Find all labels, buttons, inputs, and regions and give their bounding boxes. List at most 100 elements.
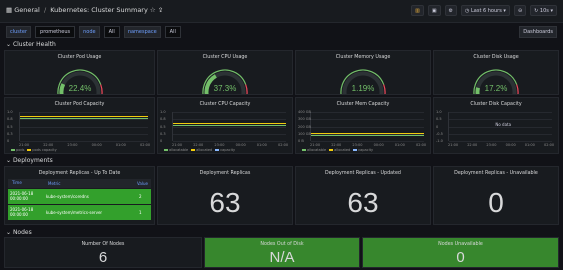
star-icon[interactable]: ☆ — [150, 6, 156, 14]
variable-label-namespace: namespace — [123, 26, 161, 38]
legend-item[interactable]: pods — [11, 148, 24, 152]
legend-label: allocated — [196, 148, 213, 152]
zoom-out-icon[interactable]: ⊖ — [513, 5, 527, 16]
legend-item[interactable]: allocated — [191, 148, 212, 152]
gauge-panel: Cluster CPU Usage 37.3% — [157, 50, 293, 95]
variable-select-cluster[interactable]: prometheus — [35, 26, 76, 38]
legend-item[interactable]: allocatable — [302, 148, 326, 152]
panel-title: Deployment Replicas - Updated — [325, 171, 401, 176]
legend-item[interactable]: capacity — [215, 148, 235, 152]
gridline — [173, 119, 286, 121]
gridline — [173, 126, 286, 128]
gauge-fill — [59, 83, 65, 94]
gauge-panel: Cluster Memory Usage 1.19% — [295, 50, 431, 95]
table-row: 2021-06-18 00:00:00 kube-system/metrics-… — [8, 205, 151, 220]
gridline — [311, 119, 424, 121]
legend-swatch — [302, 149, 306, 151]
panel-title: Cluster Memory Usage — [335, 55, 391, 60]
variable-select-namespace[interactable]: All — [164, 26, 181, 38]
gridline — [20, 126, 148, 128]
legend-swatch — [11, 149, 15, 151]
capacity-timeseries-panel: Cluster CPU Capacity 1.0 0.8 0.5 0.3 0 21:00 22… — [157, 97, 293, 154]
y-tick-label: 0.5 — [7, 124, 13, 129]
stat-value: 0 — [456, 248, 465, 266]
x-tick-label: 01:00 — [256, 143, 267, 147]
gridline — [311, 141, 424, 142]
capacity-timeseries-panel: Cluster Mem Capacity 400 GB 300 GB 200 GB 10… — [295, 97, 431, 154]
panel-title: Cluster Disk Capacity — [470, 102, 522, 107]
plot-area[interactable]: 1.0 0.8 0.5 0.3 0 — [7, 110, 148, 143]
plot-area[interactable]: 1.0 0.8 0.5 0.3 0 — [160, 110, 286, 143]
dashboards-link[interactable]: Dashboards — [519, 26, 557, 38]
series-line — [173, 125, 286, 127]
gauge-value: 17.2% — [485, 84, 508, 93]
variable-select-node[interactable]: All — [103, 26, 120, 38]
y-tick-label: -1.0 — [436, 139, 443, 143]
series-line — [311, 135, 424, 137]
legend-label: capacity — [358, 148, 374, 152]
time-picker[interactable]: ◷ Last 6 hours ▾ — [461, 5, 510, 16]
nodes-stat-panel: Nodes Out of Disk N/A — [204, 237, 360, 268]
legend-item[interactable]: allocatable — [164, 148, 188, 152]
nodes-stat-panel: Number Of Nodes 6 — [4, 237, 202, 268]
column-header-metric[interactable]: Metric — [46, 181, 135, 186]
chevron-down-icon: ▾ — [548, 7, 553, 14]
gridline — [449, 119, 552, 121]
legend-item[interactable]: allocated — [329, 148, 350, 152]
gauge-panel: Cluster Disk Usage 17.2% — [433, 50, 559, 95]
panel-title: Cluster CPU Usage — [202, 55, 248, 60]
add-panel-icon[interactable]: ▥ — [411, 5, 424, 16]
y-tick-label: 200 GB — [298, 124, 311, 129]
chevron-down-icon: ⌄ — [6, 229, 13, 236]
plot-area[interactable]: 400 GB 300 GB 200 GB 100 GB 0 B — [298, 110, 424, 143]
legend-label: allocatable — [307, 148, 327, 152]
row-header-nodes[interactable]: ⌄ Nodes — [6, 229, 32, 236]
x-tick-label: 23:00 — [352, 143, 363, 147]
gridline — [173, 141, 286, 142]
share-icon[interactable]: ⇪ — [158, 6, 163, 14]
legend-item[interactable]: capacity — [353, 148, 373, 152]
table-row: 2021-06-18 00:00:00 kube-system/coredns … — [8, 189, 151, 204]
panel-title: Deployment Replicas - Unavailable — [454, 171, 538, 176]
table-cell-metric: kube-system/coredns — [46, 194, 89, 199]
x-tick-label: 22:00 — [43, 143, 54, 147]
gridline — [173, 112, 286, 113]
table-cell-value: 2 — [139, 194, 142, 199]
legend-swatch — [164, 149, 168, 151]
plot-area[interactable]: 1.0 0.5 0 -0.5 -1.0 No data — [436, 110, 552, 143]
gauge-value: 1.19% — [352, 84, 375, 93]
row-header-deployments[interactable]: ⌄ Deployments — [6, 157, 53, 164]
y-tick-label: 0.3 — [7, 131, 13, 136]
panel-title: Cluster Pod Capacity — [54, 102, 105, 107]
x-tick-label: 00:00 — [373, 143, 384, 147]
row-header-cluster-health[interactable]: ⌄ Cluster Health — [6, 41, 56, 48]
panel-title: Cluster Mem Capacity — [336, 102, 390, 107]
gridline — [20, 141, 148, 142]
panel-title: Cluster Disk Usage — [473, 55, 519, 60]
gridline — [311, 112, 424, 113]
legend-item[interactable]: pods capacity — [27, 148, 57, 152]
no-data-text: No data — [495, 122, 512, 128]
gridline — [20, 133, 148, 135]
refresh-button[interactable]: ↻ 10s ▾ — [530, 5, 557, 16]
panel-title: Deployment Replicas - Up To Date — [38, 171, 121, 176]
breadcrumb-folder[interactable]: General — [14, 6, 40, 14]
y-tick-label: 400 GB — [298, 110, 311, 114]
y-tick-label: 0.8 — [160, 117, 166, 122]
table-header: Time Metric Value — [8, 179, 151, 188]
legend: allocatable allocated capacity — [164, 148, 238, 152]
y-tick-label: -0.5 — [436, 131, 443, 136]
stat-value: 6 — [98, 248, 108, 266]
stat-value: 63 — [209, 186, 241, 218]
capacity-timeseries-panel: Cluster Pod Capacity 1.0 0.8 0.5 0.3 0 21:00 22… — [4, 97, 155, 154]
settings-gear-icon[interactable]: ⚙ — [444, 5, 458, 16]
save-icon[interactable]: ▣ — [427, 5, 441, 16]
y-tick-label: 0 — [7, 139, 10, 143]
x-tick-label: 02:00 — [140, 143, 151, 147]
breadcrumb-dashboard[interactable]: Kubernetes: Cluster Summary — [50, 6, 148, 14]
y-tick-label: 0.5 — [160, 124, 166, 129]
y-tick-label: 0 B — [298, 139, 304, 143]
x-tick-label: 21:00 — [310, 143, 321, 147]
column-header-value[interactable]: Value — [135, 181, 149, 186]
column-header-time[interactable]: Time — [10, 180, 46, 186]
